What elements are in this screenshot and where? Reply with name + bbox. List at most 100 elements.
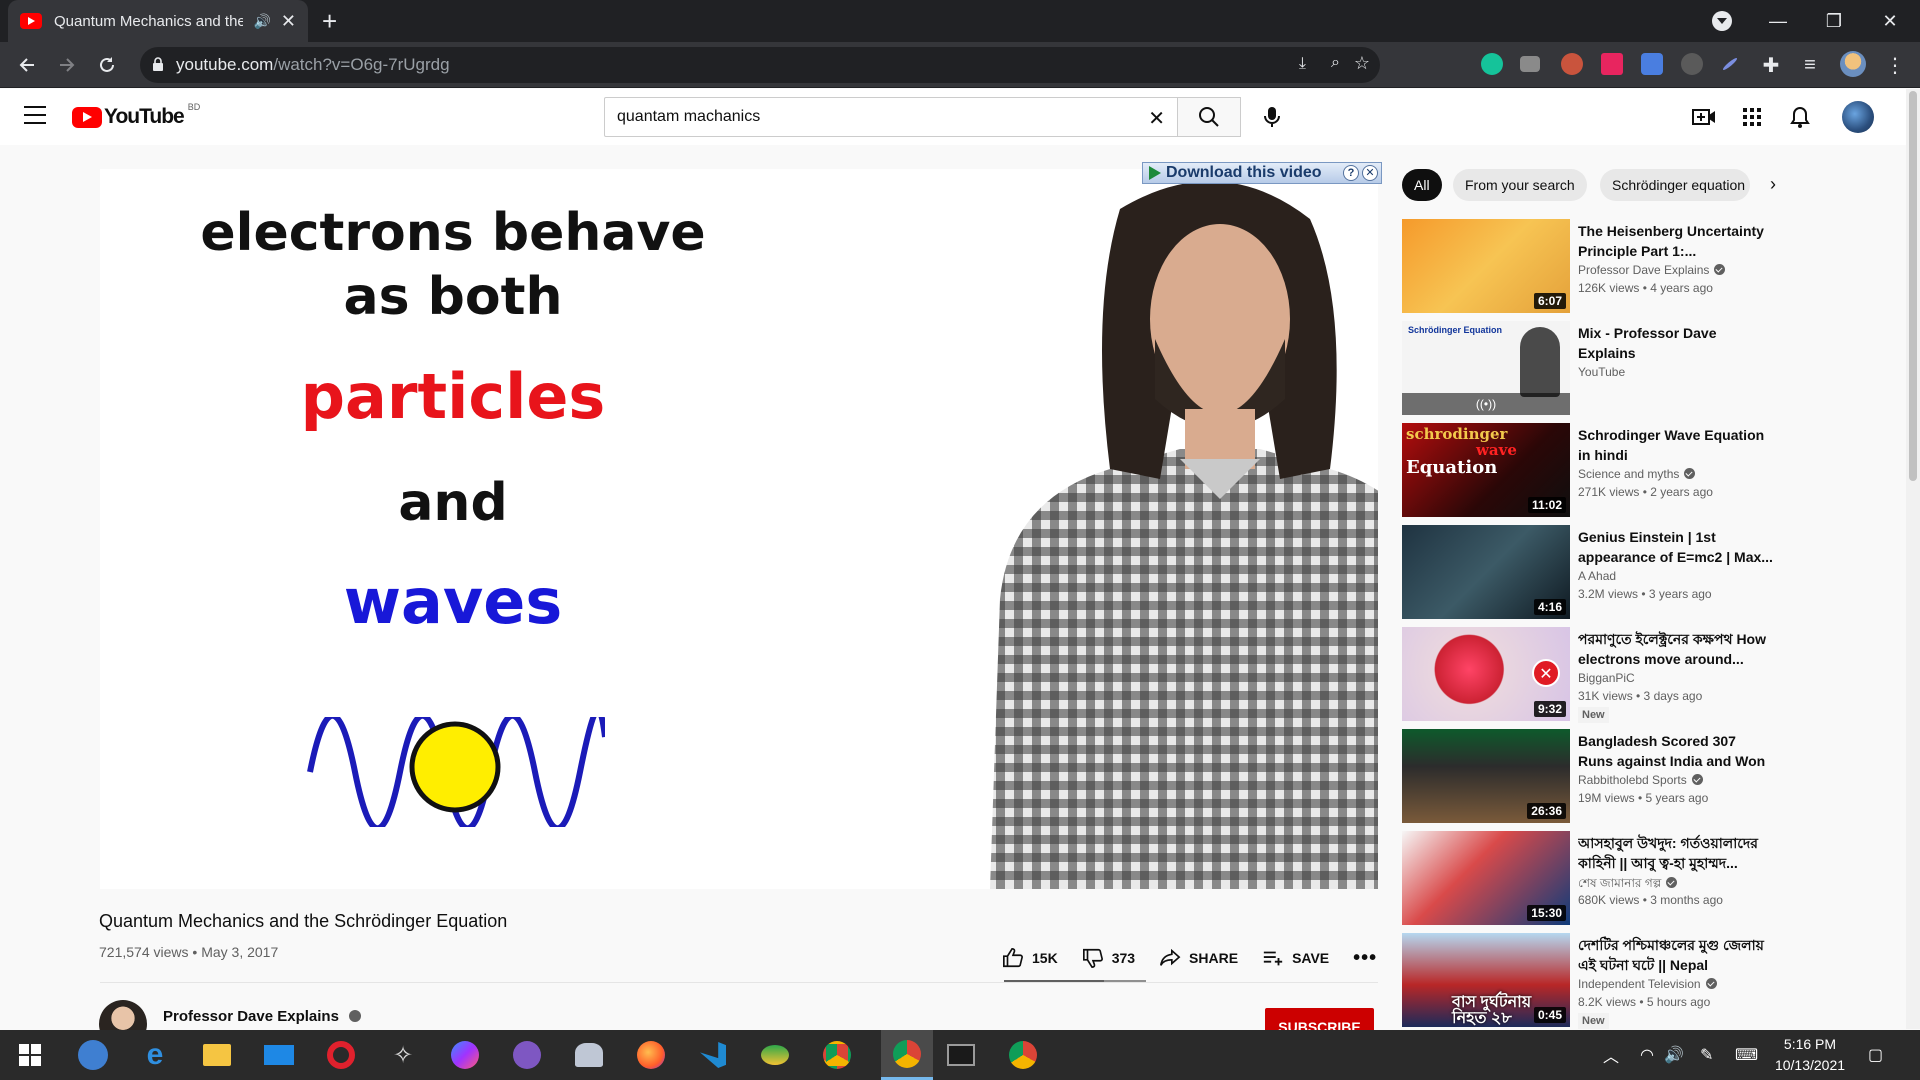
download-extension-icon[interactable] [1641,53,1663,75]
chip-schrodinger-equation[interactable]: Schrödinger equation [1600,169,1750,201]
tray-wifi-icon[interactable]: ◠ [1640,1030,1654,1080]
tray-chevron-icon[interactable]: ︿ [1603,1030,1619,1080]
close-tab-icon[interactable]: ✕ [281,11,296,32]
taskbar-app-icon[interactable] [571,1037,607,1073]
back-button[interactable] [14,52,40,78]
search-button[interactable] [1177,97,1241,137]
zoom-icon[interactable]: ⌕ [1331,54,1340,72]
taskbar-mail-icon[interactable] [261,1037,297,1073]
related-channel[interactable]: BigganPiC [1578,671,1635,685]
minimize-button[interactable]: — [1750,0,1806,42]
help-icon[interactable]: ? [1343,165,1359,181]
taskbar-github-icon[interactable] [509,1037,545,1073]
video-player[interactable]: electrons behave as both particles and w… [100,169,1378,889]
voice-search-button[interactable] [1256,101,1288,133]
related-video-item[interactable]: 26:36 Bangladesh Scored 307 Runs against … [1402,729,1862,823]
video-thumbnail[interactable]: 4:16 [1402,525,1570,619]
youtube-logo[interactable]: YouTube BD [72,102,200,129]
action-center-icon[interactable]: ▢ [1868,1030,1883,1080]
related-channel[interactable]: Science and myths [1578,467,1696,481]
video-thumbnail[interactable]: 26:36 [1402,729,1570,823]
video-thumbnail[interactable]: বাস দুর্ঘটনায় নিহত ২৮ 0:45 [1402,933,1570,1027]
start-button[interactable] [12,1037,48,1073]
forward-button[interactable] [54,52,80,78]
related-video-item[interactable]: ✕ 9:32 পরমাণুতে ইলেক্ট্রনের কক্ষপথ How ele… [1402,627,1862,723]
related-video-title[interactable]: Schrodinger Wave Equation in hindi [1578,425,1774,465]
share-button[interactable]: SHARE [1159,947,1238,969]
video-thumbnail[interactable]: Schrödinger Equation ((•)) [1402,321,1570,415]
related-video-item[interactable]: বাস দুর্ঘটনায় নিহত ২৮ 0:45 দেশটির পশ্চিমা… [1402,933,1862,1029]
video-thumbnail[interactable]: ✕ 9:32 [1402,627,1570,721]
taskbar-firefox-icon[interactable] [633,1037,669,1073]
like-button[interactable]: 15K [1002,947,1058,969]
download-video-bar[interactable]: Download this video ? ✕ [1142,162,1382,184]
taskbar-terminal-icon[interactable] [943,1037,979,1073]
tray-volume-icon[interactable]: 🔊 [1664,1030,1684,1080]
related-channel[interactable]: A Ahad [1578,569,1616,583]
taskbar-satellite-icon[interactable]: ✧ [385,1037,421,1073]
related-video-title[interactable]: Bangladesh Scored 307 Runs against India… [1578,731,1774,771]
save-button[interactable]: SAVE [1262,947,1329,969]
notifications-bell-icon[interactable] [1788,105,1812,129]
taskbar-chrome-active-icon[interactable] [881,1030,933,1080]
chrome-menu-icon[interactable]: ⋮ [1882,52,1908,78]
taskbar-vscode-icon[interactable] [695,1037,731,1073]
related-video-title[interactable]: Genius Einstein | 1st appearance of E=mc… [1578,527,1774,567]
grammarly-extension-icon[interactable] [1481,53,1503,75]
related-video-item[interactable]: Schrödinger Equation ((•)) Mix - Professor… [1402,321,1862,415]
account-avatar[interactable] [1842,101,1874,133]
close-download-bar-icon[interactable]: ✕ [1362,165,1378,181]
circle-extension-icon[interactable] [1681,53,1703,75]
restore-button[interactable]: ❐ [1806,0,1862,42]
close-window-button[interactable]: ✕ [1862,0,1918,42]
related-channel[interactable]: শেষ জামানার গল্প [1578,875,1678,895]
taskbar-chrome-profile-icon[interactable] [1005,1037,1041,1073]
channel-name[interactable]: Professor Dave Explains [163,1008,362,1025]
taskbar-messenger-icon[interactable] [447,1037,483,1073]
chip-from-your-search[interactable]: From your search [1453,169,1587,201]
bookmark-star-icon[interactable]: ☆ [1354,53,1370,74]
play-extension-icon[interactable] [1601,53,1623,75]
screenshot-extension-icon[interactable] [1520,56,1540,72]
profile-avatar[interactable] [1840,51,1866,77]
browser-tab[interactable]: Quantum Mechanics and the Schrödinger Eq… [8,0,308,42]
extensions-puzzle-icon[interactable]: ✚ [1758,52,1784,78]
more-actions-button[interactable]: ••• [1353,947,1377,970]
create-video-icon[interactable] [1692,105,1716,129]
video-thumbnail[interactable]: 6:07 [1402,219,1570,313]
related-video-title[interactable]: Mix - Professor Dave Explains [1578,323,1774,363]
taskbar-opera-icon[interactable] [323,1037,359,1073]
search-input[interactable]: quantam machanics ✕ [604,97,1178,137]
related-channel[interactable]: YouTube [1578,365,1625,379]
related-video-title[interactable]: পরমাণুতে ইলেক্ট্রনের কক্ষপথ How electron… [1578,629,1774,669]
related-video-item[interactable]: 15:30 আসহাবুল উখদুদ: গর্তওয়ালাদের কাহিনী… [1402,831,1862,925]
related-channel[interactable]: Independent Television [1578,977,1717,991]
related-video-title[interactable]: The Heisenberg Uncertainty Principle Par… [1578,221,1774,261]
taskbar-edge-icon[interactable]: e [137,1037,173,1073]
related-video-item[interactable]: schrodinger wave Equation 11:02 Schrodinger … [1402,423,1862,517]
scrollbar-thumb[interactable] [1909,91,1917,481]
apps-grid-icon[interactable] [1740,105,1764,129]
media-control-icon[interactable]: ≡ [1797,52,1823,78]
video-thumbnail[interactable]: 15:30 [1402,831,1570,925]
dislike-button[interactable]: 373 [1082,947,1135,969]
address-bar[interactable]: youtube.com/watch?v=O6g-7rUgrdg ⤓ ⌕ ☆ [140,47,1380,83]
guide-menu-icon[interactable] [24,106,46,124]
related-video-title[interactable]: আসহাবুল উখদুদ: গর্তওয়ালাদের কাহিনী || আ… [1578,833,1774,873]
new-tab-button[interactable]: + [322,6,337,36]
related-video-title[interactable]: দেশটির পশ্চিমাঞ্চলের মুগু জেলায় এই ঘটনা… [1578,935,1774,975]
speaker-icon[interactable]: 🔊 [253,13,270,30]
related-channel[interactable]: Professor Dave Explains [1578,263,1726,277]
taskbar-chrome-icon[interactable] [819,1037,855,1073]
chip-all[interactable]: All [1402,169,1442,201]
taskbar-clock[interactable]: 5:16 PM 10/13/2021 [1755,1034,1865,1076]
clear-search-icon[interactable]: ✕ [1148,106,1165,131]
taskbar-file-explorer-icon[interactable] [199,1037,235,1073]
install-icon[interactable]: ⤓ [1299,55,1306,73]
taskbar-qbittorrent-icon[interactable] [75,1037,111,1073]
tab-search-icon[interactable] [1712,11,1732,31]
page-scrollbar[interactable] [1906,89,1920,1029]
chips-next-chevron-icon[interactable]: › [1770,174,1776,195]
pen-extension-icon[interactable] [1721,56,1739,72]
related-video-item[interactable]: 6:07 The Heisenberg Uncertainty Principle… [1402,219,1862,313]
